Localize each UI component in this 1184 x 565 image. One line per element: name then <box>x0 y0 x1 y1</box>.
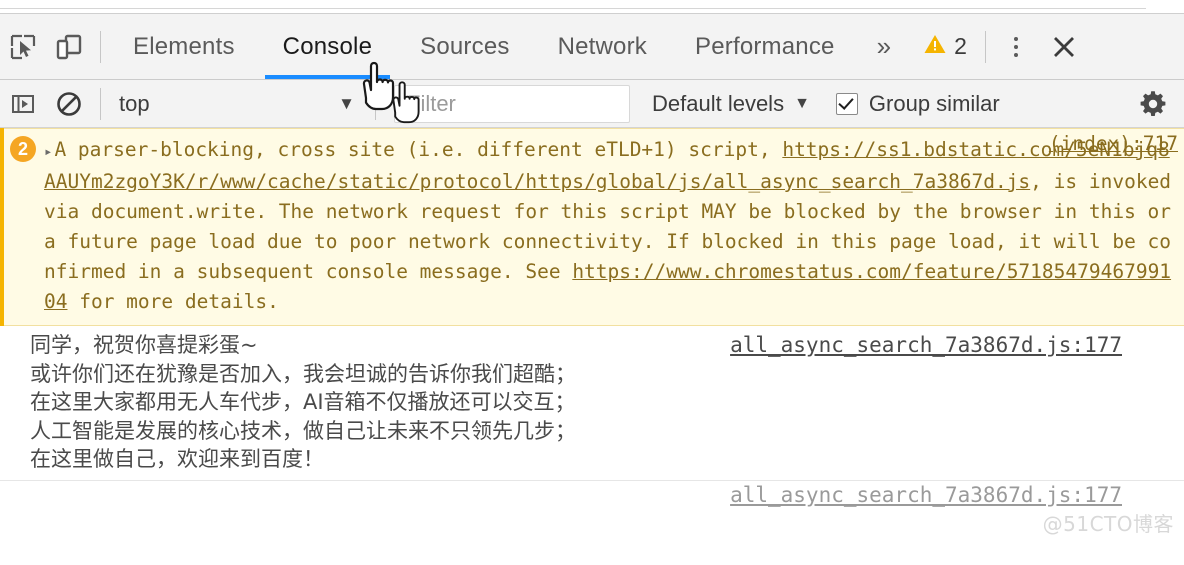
tab-performance-label: Performance <box>695 32 835 60</box>
warning-count-badge[interactable]: 2 <box>909 32 977 62</box>
tab-console[interactable]: Console <box>259 14 396 79</box>
tab-sources[interactable]: Sources <box>396 14 533 79</box>
devtools-window: Elements Console Sources Network Perform… <box>0 0 1184 565</box>
log-line-2: 或许你们还在犹豫是否加入，我会坦诚的告诉你我们超酷； <box>30 361 576 386</box>
warning-triangle-icon <box>923 32 947 62</box>
kebab-dot-2 <box>1013 44 1018 49</box>
group-similar-label: Group similar <box>868 90 1000 116</box>
console-toolbar: top ▼ Filter Default levels ▼ Group simi… <box>0 80 1184 128</box>
clear-console-icon[interactable] <box>46 81 92 127</box>
log-source-link[interactable]: all_async_search_7a3867d.js:177 <box>730 331 1122 360</box>
chevron-down-icon-levels: ▼ <box>794 94 810 112</box>
console-sidebar-toggle-icon[interactable] <box>0 81 46 127</box>
toolbar-divider <box>100 30 101 63</box>
filterbar-divider-2 <box>375 87 376 120</box>
next-log-source-link[interactable]: all_async_search_7a3867d.js:177 <box>730 483 1122 507</box>
inspect-element-icon[interactable] <box>0 24 46 70</box>
filterbar-divider <box>100 87 101 120</box>
expand-arrow-icon[interactable]: ▸ <box>44 144 52 160</box>
tab-network[interactable]: Network <box>534 14 671 79</box>
toolbar-divider-2 <box>984 30 986 63</box>
device-toolbar-icon[interactable] <box>46 24 92 70</box>
group-similar-toggle[interactable]: Group similar <box>835 90 1000 117</box>
more-tabs-button[interactable]: » <box>859 31 909 62</box>
tab-console-label: Console <box>282 32 373 60</box>
warning-segment-3: for more details. <box>67 290 279 313</box>
kebab-dot-3 <box>1013 52 1018 57</box>
console-next-message-partial[interactable]: all_async_search_7a3867d.js:177 <box>0 481 1184 511</box>
log-level-selector[interactable]: Default levels ▼ <box>652 91 810 117</box>
log-line-4: 人工智能是发展的核心技术，做自己让未来不只领先几步； <box>30 418 576 443</box>
more-options-icon[interactable] <box>994 24 1038 70</box>
warning-segment-1: A parser-blocking, cross site (i.e. diff… <box>54 138 783 161</box>
log-line-5: 在这里做自己，欢迎来到百度！ <box>30 447 324 471</box>
execution-context-selector[interactable]: top ▼ <box>109 87 367 121</box>
filter-input[interactable]: Filter <box>394 84 630 123</box>
kebab-dot-1 <box>1013 36 1018 41</box>
devtools-tab-bar: Elements Console Sources Network Perform… <box>0 14 1184 80</box>
chevron-double-right-icon: » <box>876 31 892 61</box>
warning-message-text: ▸ A parser-blocking, cross site (i.e. dif… <box>44 135 1184 317</box>
group-similar-checkbox[interactable] <box>835 92 858 115</box>
close-icon[interactable] <box>1038 24 1090 70</box>
page-top-edge <box>0 0 1184 14</box>
tab-list: Elements Console Sources Network Perform… <box>109 14 859 79</box>
log-level-label: Default levels <box>652 90 785 116</box>
watermark: @51CTO博客 <box>1042 512 1174 536</box>
tab-network-label: Network <box>557 32 647 60</box>
console-warning-message[interactable]: 2 (index):717 ▸ A parser-blocking, cross … <box>0 128 1184 326</box>
log-line-1: 同学，祝贺你喜提彩蛋~ <box>30 333 258 357</box>
chevron-down-icon: ▼ <box>338 94 355 113</box>
filter-placeholder: Filter <box>407 90 456 116</box>
warning-count-value: 2 <box>954 33 967 59</box>
execution-context-value: top <box>119 90 150 116</box>
console-message-list[interactable]: 2 (index):717 ▸ A parser-blocking, cross … <box>0 128 1184 565</box>
log-line-3: 在这里大家都用无人车代步，AI音箱不仅播放还可以交互； <box>30 390 576 414</box>
tab-elements[interactable]: Elements <box>109 14 259 79</box>
gear-icon[interactable] <box>1138 89 1168 119</box>
tab-performance[interactable]: Performance <box>671 14 859 79</box>
tab-elements-label: Elements <box>133 32 235 60</box>
console-log-message[interactable]: all_async_search_7a3867d.js:177 同学，祝贺你喜提… <box>0 326 1184 481</box>
tab-sources-label: Sources <box>420 32 510 60</box>
warning-repeat-count-badge: 2 <box>10 136 36 162</box>
